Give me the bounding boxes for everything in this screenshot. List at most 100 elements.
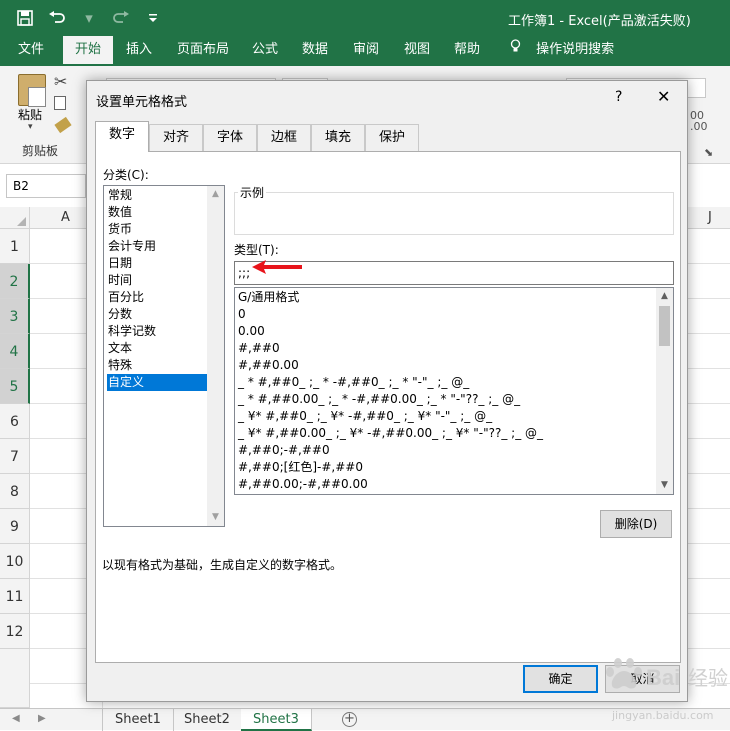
format-painter-icon[interactable] (54, 116, 72, 134)
tab-insert[interactable]: 插入 (126, 36, 152, 66)
format-item[interactable]: _ * #,##0_ ;_ * -#,##0_ ;_ * "-"_ ;_ @_ (238, 374, 469, 391)
category-custom[interactable]: 自定义 (107, 374, 207, 391)
tab-help[interactable]: 帮助 (454, 36, 480, 66)
tab-file[interactable]: 文件 (18, 36, 44, 66)
format-item[interactable]: 0 (238, 306, 246, 323)
tab-page-layout[interactable]: 页面布局 (177, 36, 229, 66)
format-item[interactable]: _ ¥* #,##0_ ;_ ¥* -#,##0_ ;_ ¥* "-"_ ;_ … (238, 408, 492, 425)
redo-icon[interactable] (110, 8, 132, 28)
tell-me-search[interactable]: 操作说明搜索 (510, 36, 614, 66)
format-cells-dialog: 设置单元格格式 ? ✕ 数字 对齐 字体 边框 填充 保护 分类(C): 常规 … (86, 80, 688, 702)
sheet-tab-bar: ◀ ▶ Sheet1 Sheet2 Sheet3 + (0, 708, 730, 731)
format-item[interactable]: _ * #,##0.00_ ;_ * -#,##0.00_ ;_ * "-"??… (238, 391, 520, 408)
format-item[interactable]: #,##0 (238, 340, 280, 357)
format-item[interactable]: #,##0;-#,##0 (238, 442, 330, 459)
format-item[interactable]: #,##0.00 (238, 357, 299, 374)
tab-home[interactable]: 开始 (63, 36, 114, 66)
category-time[interactable]: 时间 (107, 272, 207, 289)
save-icon[interactable] (14, 8, 36, 28)
category-special[interactable]: 特殊 (107, 357, 207, 374)
cut-icon[interactable]: ✂ (54, 72, 67, 91)
format-list-scrollbar[interactable]: ▲ ▼ (656, 288, 673, 494)
sample-label: 示例 (238, 184, 267, 201)
category-list[interactable]: 常规 数值 货币 会计专用 日期 时间 百分比 分数 科学记数 文本 特殊 自定… (103, 185, 225, 527)
category-fraction[interactable]: 分数 (107, 306, 207, 323)
format-item[interactable]: G/通用格式 (238, 289, 299, 306)
tab-font[interactable]: 字体 (203, 124, 257, 151)
window-title: 工作簿1 - Excel(产品激活失败) (508, 14, 691, 29)
tab-review[interactable]: 审阅 (353, 36, 379, 66)
scroll-up-icon[interactable]: ▲ (656, 288, 673, 305)
format-code-list[interactable]: G/通用格式 0 0.00 #,##0 #,##0.00 _ * #,##0_ … (234, 287, 674, 495)
select-all-corner[interactable] (0, 207, 30, 229)
row-header-5[interactable]: 5 (0, 369, 30, 404)
plus-circle-icon[interactable]: + (342, 712, 357, 727)
svg-text:经验: 经验 (688, 666, 728, 690)
paste-icon[interactable] (18, 74, 46, 107)
sheet-tab-sheet2[interactable]: Sheet2 (172, 709, 243, 731)
delete-button[interactable]: 删除(D) (600, 510, 672, 538)
row-header-4[interactable]: 4 (0, 334, 30, 369)
title-bar: ▾ 工作簿1 - Excel(产品激活失败) (0, 0, 730, 36)
help-button[interactable]: ? (615, 89, 622, 105)
scroll-down-icon[interactable]: ▼ (656, 477, 673, 494)
ok-button[interactable]: 确定 (523, 665, 598, 693)
close-icon[interactable]: ✕ (657, 87, 670, 106)
category-date[interactable]: 日期 (107, 255, 207, 272)
category-scrollbar[interactable]: ▲ ▼ (207, 186, 224, 526)
sheet-tab-sheet3[interactable]: Sheet3 (241, 709, 312, 731)
tab-formulas[interactable]: 公式 (252, 36, 278, 66)
lightbulb-icon (510, 36, 522, 64)
undo-icon[interactable] (46, 8, 68, 28)
scroll-left-icon[interactable]: ◀ (12, 713, 20, 724)
tab-alignment[interactable]: 对齐 (149, 124, 203, 151)
format-item[interactable]: 0.00 (238, 323, 265, 340)
row-header-2[interactable]: 2 (0, 264, 30, 299)
row-header-6[interactable]: 6 (0, 404, 30, 439)
category-accounting[interactable]: 会计专用 (107, 238, 207, 255)
row-header-8[interactable]: 8 (0, 474, 30, 509)
row-header-9[interactable]: 9 (0, 509, 30, 544)
category-text[interactable]: 文本 (107, 340, 207, 357)
cancel-button[interactable]: 取消 (605, 665, 680, 693)
scroll-thumb[interactable] (659, 306, 670, 346)
clipboard-group-label: 剪贴板 (22, 144, 59, 158)
row-header-7[interactable]: 7 (0, 439, 30, 474)
category-currency[interactable]: 货币 (107, 221, 207, 238)
sheet-tab-sheet1[interactable]: Sheet1 (102, 709, 174, 731)
tab-number[interactable]: 数字 (95, 121, 149, 152)
sample-box (234, 192, 674, 235)
paste-button[interactable]: 粘贴 (18, 106, 42, 123)
tab-view[interactable]: 视图 (404, 36, 430, 66)
customize-qat-icon[interactable] (142, 8, 164, 28)
quick-access-toolbar: ▾ (14, 8, 164, 28)
number-tab-panel: 分类(C): 常规 数值 货币 会计专用 日期 时间 百分比 分数 科学记数 文… (95, 151, 681, 663)
paste-dropdown-icon[interactable]: ▾ (28, 122, 33, 132)
tab-protection[interactable]: 保护 (365, 124, 419, 151)
scroll-right-icon[interactable]: ▶ (38, 713, 46, 724)
row-header-10[interactable]: 10 (0, 544, 30, 579)
row-header-12[interactable]: 12 (0, 614, 30, 649)
category-number[interactable]: 数值 (107, 204, 207, 221)
column-j-header[interactable]: J (708, 207, 730, 229)
copy-icon[interactable] (54, 96, 66, 110)
tab-fill[interactable]: 填充 (311, 124, 365, 151)
format-item[interactable]: _ ¥* #,##0.00_ ;_ ¥* -#,##0.00_ ;_ ¥* "-… (238, 425, 543, 442)
number-group-launcher-icon[interactable]: ⬊ (704, 146, 713, 159)
scroll-up-icon[interactable]: ▲ (207, 186, 224, 203)
tab-border[interactable]: 边框 (257, 124, 311, 151)
decimal-buttons-partial: 00.00 (690, 109, 708, 133)
category-general[interactable]: 常规 (107, 187, 207, 204)
category-percentage[interactable]: 百分比 (107, 289, 207, 306)
undo-dropdown-icon[interactable]: ▾ (78, 8, 100, 28)
category-scientific[interactable]: 科学记数 (107, 323, 207, 340)
scroll-down-icon[interactable]: ▼ (207, 509, 224, 526)
tab-data[interactable]: 数据 (302, 36, 328, 66)
format-item[interactable]: #,##0;[红色]-#,##0 (238, 459, 363, 476)
format-item[interactable]: #,##0.00;-#,##0.00 (238, 476, 368, 493)
row-header-3[interactable]: 3 (0, 299, 30, 334)
row-header-11[interactable]: 11 (0, 579, 30, 614)
row-header-1[interactable]: 1 (0, 229, 30, 264)
annotation-arrow (252, 260, 302, 274)
name-box[interactable]: B2 (6, 174, 86, 198)
